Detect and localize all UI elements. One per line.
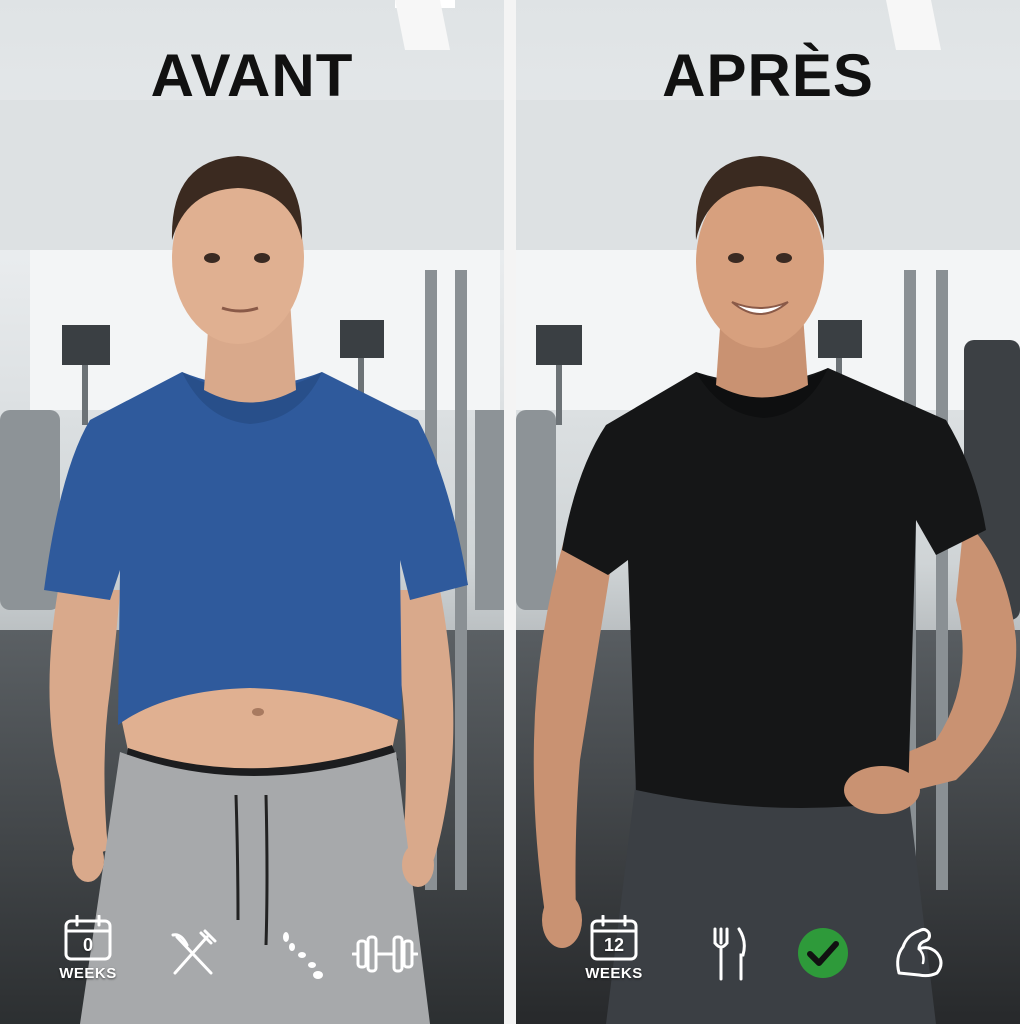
fork-knife-icon xyxy=(694,927,764,981)
after-stats-bar: 12 WEEKS xyxy=(516,915,1020,1005)
panel-divider xyxy=(504,0,516,1024)
before-title: AVANT xyxy=(150,42,354,109)
before-stats-bar: 0 WEEKS xyxy=(0,915,504,1005)
weeks-label: WEEKS xyxy=(59,965,117,982)
after-title: APRÈS xyxy=(662,42,874,109)
after-weeks-stat: 12 WEEKS xyxy=(579,915,649,982)
after-panel: APRÈS 12 WEEKS xyxy=(516,0,1020,1024)
before-weeks-stat: 0 WEEKS xyxy=(53,915,123,982)
footprints-icon xyxy=(265,927,335,983)
weeks-label: WEEKS xyxy=(585,965,643,982)
before-photo xyxy=(0,0,504,1024)
comparison-image: AVANT 0 WEEKS APRÈS 12 WEEKS xyxy=(0,0,1024,1024)
checkmark-icon xyxy=(788,925,858,981)
weeks-count: 12 xyxy=(603,935,625,955)
flexed-bicep-icon xyxy=(884,921,954,981)
dumbbell-icon xyxy=(350,933,420,975)
before-panel: AVANT 0 WEEKS xyxy=(0,0,504,1024)
calendar-icon: 0 xyxy=(63,915,113,961)
crossed-fork-knife-icon xyxy=(158,929,228,981)
calendar-icon: 12 xyxy=(589,915,639,961)
weeks-count: 0 xyxy=(82,935,93,955)
after-photo xyxy=(516,0,1020,1024)
